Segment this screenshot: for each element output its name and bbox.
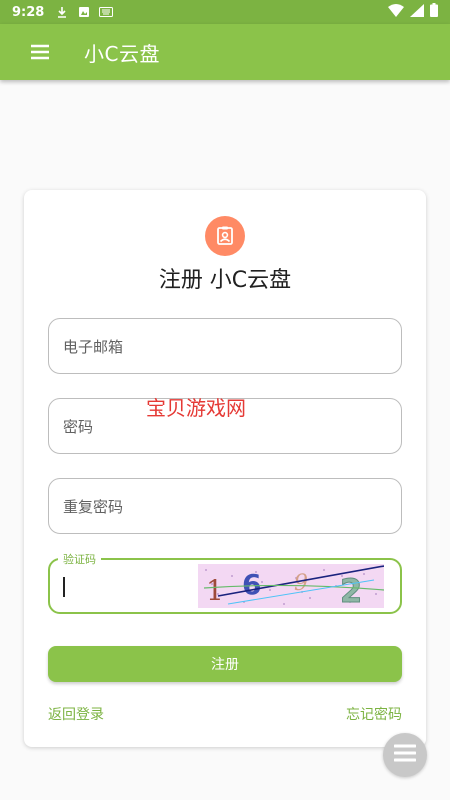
repeat-password-field[interactable]: 重复密码 — [48, 478, 402, 534]
status-bar: 9:28 — [0, 0, 450, 24]
keyboard-icon — [98, 5, 114, 19]
hamburger-menu-icon[interactable] — [12, 24, 68, 80]
battery-icon — [430, 3, 438, 21]
captcha-image[interactable]: 1 6 9 2 — [198, 564, 384, 608]
captcha-char: 1 — [206, 574, 224, 607]
forgot-password-link[interactable]: 忘记密码 — [346, 704, 402, 724]
status-time: 9:28 — [12, 4, 45, 20]
captcha-char: 6 — [242, 568, 261, 601]
email-placeholder: 电子邮箱 — [63, 337, 124, 356]
captcha-char: 2 — [340, 572, 362, 608]
download-icon — [54, 5, 70, 19]
email-field[interactable]: 电子邮箱 — [48, 318, 402, 374]
back-to-login-link[interactable]: 返回登录 — [48, 704, 104, 724]
password-placeholder: 密码 — [63, 417, 94, 436]
menu-icon — [393, 744, 417, 766]
app-title: 小C云盘 — [84, 41, 160, 66]
wifi-icon — [388, 3, 404, 21]
register-button[interactable]: 注册 — [48, 646, 402, 682]
page-title: 注册 小C云盘 — [158, 268, 292, 293]
badge-icon — [205, 216, 245, 256]
signal-icon — [410, 3, 424, 21]
captcha-label: 验证码 — [58, 551, 101, 567]
image-icon — [76, 5, 92, 19]
floating-menu-button[interactable] — [383, 733, 427, 777]
captcha-field[interactable]: 验证码 1 6 9 2 — [48, 551, 402, 614]
app-bar: 小C云盘 — [0, 24, 450, 80]
register-card: 注册 小C云盘 电子邮箱 密码 重复密码 验证码 1 6 9 2 注册 返回登录… — [24, 190, 426, 747]
repeat-password-placeholder: 重复密码 — [63, 497, 124, 516]
text-cursor — [63, 577, 65, 597]
password-field[interactable]: 密码 — [48, 398, 402, 454]
